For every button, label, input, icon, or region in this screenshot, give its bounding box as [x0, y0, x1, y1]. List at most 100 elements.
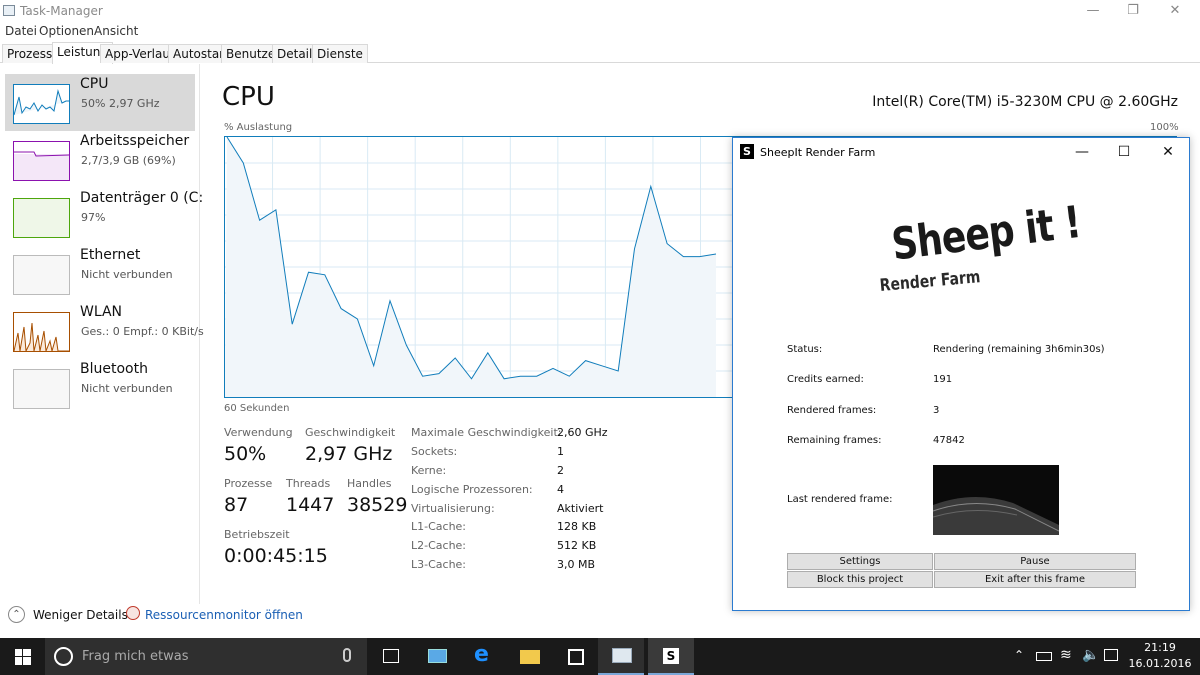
last-frame-label: Last rendered frame: [787, 494, 893, 505]
bluetooth-thumbnail [13, 369, 70, 409]
fewer-details-link[interactable]: Weniger Details [33, 608, 128, 622]
page-title: CPU [222, 82, 275, 112]
sheepit-logo-subtitle: Render Farm [879, 267, 982, 296]
close-button[interactable]: ✕ [1160, 2, 1190, 20]
file-explorer-icon[interactable] [506, 638, 552, 675]
speed-label: Geschwindigkeit [305, 426, 396, 439]
status-label: Status: [787, 344, 823, 355]
task-manager-taskbar-icon[interactable] [598, 638, 644, 675]
usage-label: Verwendung [224, 426, 293, 439]
sheepit-minimize-button[interactable]: — [1067, 142, 1097, 162]
tab-dienste[interactable]: Dienste [312, 44, 368, 63]
uptime-label: Betriebszeit [224, 528, 290, 541]
resource-name: CPU [80, 76, 109, 92]
taskbar: Frag mich etwas e S ⌃ ≋ 🔈 21:19 16.01.20… [0, 638, 1200, 675]
minimize-button[interactable]: — [1078, 2, 1108, 20]
window-title: Task-Manager [20, 4, 103, 18]
windows-start-icon[interactable] [15, 649, 31, 665]
rendered-frames-label: Rendered frames: [787, 405, 877, 416]
credits-label: Credits earned: [787, 374, 864, 385]
cpu-model: Intel(R) Core(TM) i5-3230M CPU @ 2.60GHz [872, 94, 1178, 110]
resource-memory[interactable]: Arbeitsspeicher 2,7/3,9 GB (69%) [5, 131, 195, 188]
graph-label: % Auslastung [224, 122, 293, 133]
title-bar: Task-Manager — ❐ ✕ [0, 0, 1200, 22]
sheepit-logo: Sheep it ! [889, 196, 1084, 271]
detail-value: 1 [557, 445, 564, 458]
clock-date[interactable]: 16.01.2016 [1128, 657, 1192, 670]
detail-label: Maximale Geschwindigkeit: [411, 426, 562, 439]
remaining-frames-value: 47842 [933, 435, 965, 446]
task-manager-icon [3, 5, 15, 16]
handles-value: 38529 [347, 494, 408, 516]
resource-cpu[interactable]: CPU 50% 2,97 GHz [5, 74, 195, 131]
rendered-frames-value: 3 [933, 405, 940, 416]
detail-value: Aktiviert [557, 502, 604, 515]
clock-time[interactable]: 21:19 [1130, 641, 1190, 654]
resource-disk[interactable]: Datenträger 0 (C: 97% [5, 188, 203, 245]
resource-name: WLAN [80, 304, 123, 320]
edge-browser-icon[interactable]: e [460, 638, 506, 675]
graph-max-label: 100% [1150, 122, 1179, 133]
block-project-button[interactable]: Block this project [787, 571, 933, 588]
tab-bar: Prozesse Leistung App-Verlauf Autostart … [0, 42, 1200, 64]
task-view-icon[interactable] [368, 638, 414, 675]
status-value: Rendering (remaining 3h6min30s) [933, 344, 1105, 355]
taskbar-search-box[interactable]: Frag mich etwas [45, 638, 367, 675]
processes-value: 87 [224, 494, 249, 516]
sheepit-maximize-button[interactable]: ☐ [1109, 142, 1139, 162]
resource-name: Ethernet [80, 247, 141, 263]
detail-label: Virtualisierung: [411, 502, 495, 515]
battery-icon[interactable] [1036, 652, 1052, 661]
ethernet-thumbnail [13, 255, 70, 295]
wifi-icon[interactable]: ≋ [1060, 647, 1072, 663]
detail-label: L1-Cache: [411, 520, 467, 533]
resource-wlan[interactable]: WLAN Ges.: 0 Empf.: 0 KBit/s [5, 302, 204, 359]
resource-monitor-icon [126, 606, 140, 620]
microphone-icon[interactable] [343, 648, 351, 662]
resource-sub: Nicht verbunden [81, 382, 173, 395]
threads-label: Threads [286, 477, 331, 490]
wlan-thumbnail [13, 312, 70, 353]
volume-icon[interactable]: 🔈 [1082, 647, 1099, 663]
speed-value: 2,97 GHz [305, 443, 393, 465]
remaining-frames-label: Remaining frames: [787, 435, 882, 446]
resource-sub: 97% [81, 211, 106, 224]
resource-sub: Nicht verbunden [81, 268, 173, 281]
resource-name: Arbeitsspeicher [80, 133, 190, 149]
settings-button[interactable]: Settings [787, 553, 933, 570]
restore-button[interactable]: ❐ [1118, 2, 1148, 20]
store-icon[interactable] [552, 638, 598, 675]
sheepit-app-icon: S [740, 144, 754, 159]
sheepit-close-button[interactable]: ✕ [1153, 142, 1183, 162]
menu-datei[interactable]: Datei [5, 24, 37, 38]
sheepit-window: S SheepIt Render Farm — ☐ ✕ Sheep it ! R… [732, 137, 1190, 611]
sheepit-title-bar: S SheepIt Render Farm — ☐ ✕ [733, 138, 1189, 168]
detail-label: Kerne: [411, 464, 447, 477]
pause-button[interactable]: Pause [934, 553, 1136, 570]
resource-ethernet[interactable]: Ethernet Nicht verbunden [5, 245, 195, 302]
resource-name: Datenträger 0 (C: [80, 190, 204, 206]
desktop-app-icon[interactable] [414, 638, 460, 675]
resource-sub: Ges.: 0 Empf.: 0 KBit/s [81, 325, 204, 338]
menu-optionen[interactable]: Optionen [39, 24, 94, 38]
chevron-up-icon[interactable]: ⌃ [8, 606, 25, 623]
sheepit-taskbar-icon[interactable]: S [648, 638, 694, 675]
detail-label: Logische Prozessoren: [411, 483, 533, 496]
disk-thumbnail [13, 198, 70, 238]
detail-label: L3-Cache: [411, 558, 467, 571]
resource-monitor-link[interactable]: Ressourcenmonitor öffnen [145, 608, 303, 622]
resource-name: Bluetooth [80, 361, 148, 377]
threads-value: 1447 [286, 494, 335, 516]
detail-value: 512 KB [557, 539, 597, 552]
detail-value: 3,0 MB [557, 558, 596, 571]
resource-bluetooth[interactable]: Bluetooth Nicht verbunden [5, 359, 195, 416]
credits-value: 191 [933, 374, 953, 385]
menu-ansicht[interactable]: Ansicht [94, 24, 138, 38]
show-hidden-icons-chevron[interactable]: ⌃ [1014, 648, 1024, 662]
exit-after-frame-button[interactable]: Exit after this frame [934, 571, 1136, 588]
detail-label: L2-Cache: [411, 539, 467, 552]
notification-center-icon[interactable] [1104, 649, 1118, 661]
cpu-thumbnail [13, 84, 70, 124]
resource-list: CPU 50% 2,97 GHz Arbeitsspeicher 2,7/3,9… [0, 64, 204, 604]
search-placeholder: Frag mich etwas [82, 649, 189, 664]
